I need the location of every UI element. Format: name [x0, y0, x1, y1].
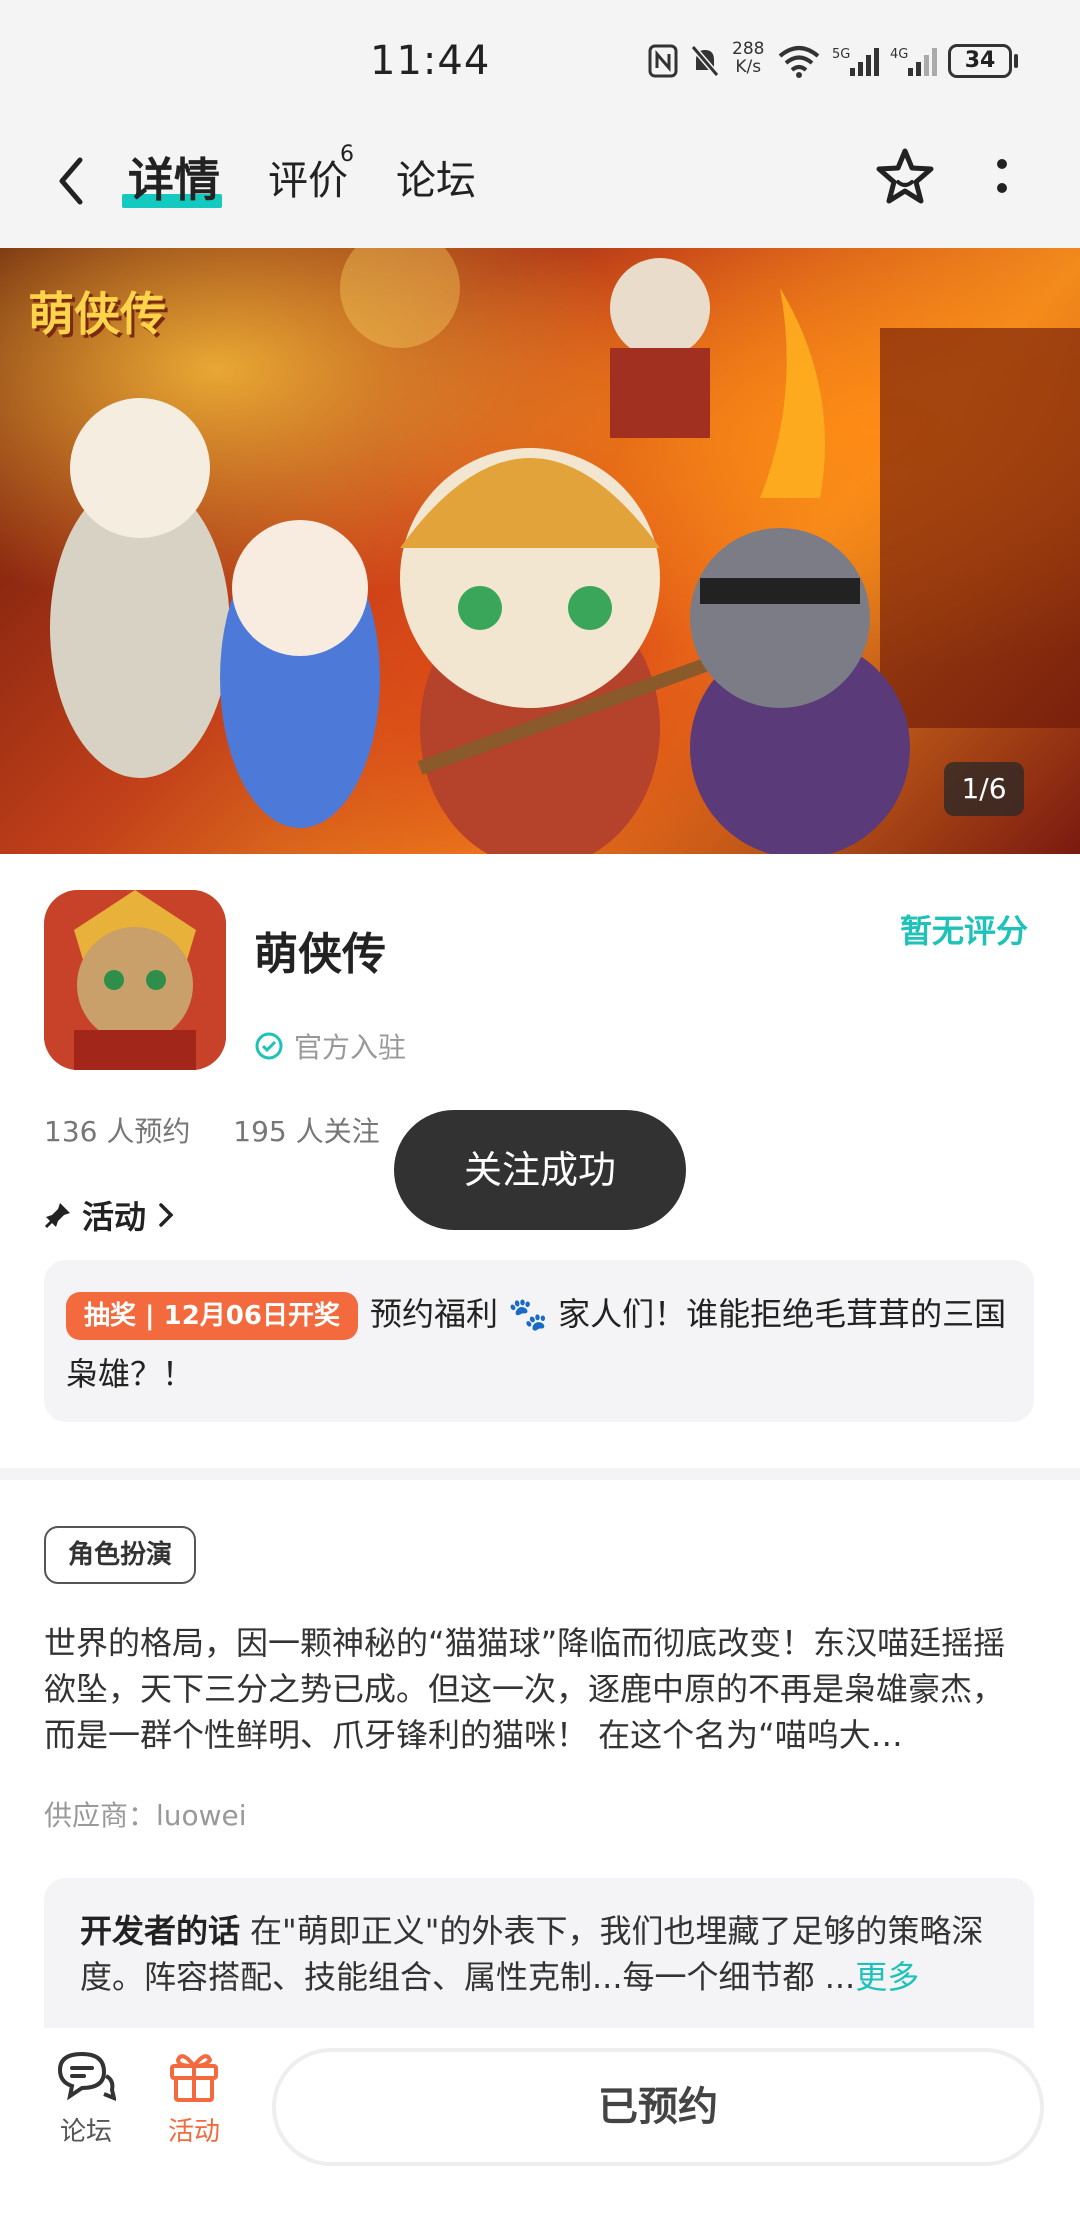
- battery-tip: [1014, 54, 1018, 68]
- bottom-activity-label: 活动: [167, 2117, 220, 2147]
- battery-level: 34: [964, 48, 996, 73]
- status-time: 11:44: [370, 38, 491, 84]
- mute-icon: [690, 45, 720, 77]
- tab-review[interactable]: 评价: [268, 148, 348, 206]
- battery-icon: 34: [948, 44, 1012, 78]
- activity-section-header[interactable]: 活动: [44, 1192, 176, 1238]
- official-label: 官方入驻: [294, 1031, 407, 1064]
- reserved-button[interactable]: 已预约: [272, 2048, 1044, 2166]
- gift-icon: [170, 2054, 218, 2102]
- supplier-label: 供应商：luowei: [44, 1799, 247, 1832]
- follower-count: 195 人关注: [233, 1115, 380, 1148]
- bottom-activity-button[interactable]: 活动: [154, 2048, 234, 2148]
- more-icon[interactable]: [992, 154, 1012, 200]
- carousel-counter: 1/6: [944, 762, 1024, 816]
- nfc-icon: [648, 44, 678, 78]
- developer-note-more-link[interactable]: 更多: [855, 1958, 919, 1996]
- toast-message: 关注成功: [394, 1110, 686, 1230]
- activity-card[interactable]: 抽奖 | 12月06日开奖 预约福利 🐾 家人们！谁能拒绝毛茸茸的三国枭雄？！: [44, 1260, 1034, 1422]
- app-stats: 136 人预约 195 人关注: [44, 1110, 414, 1150]
- app-name: 萌侠传: [254, 929, 386, 980]
- app-icon-artwork: [44, 890, 226, 1070]
- developer-note-label: 开发者的话: [80, 1912, 241, 1950]
- 4g-signal-icon: 4G: [890, 47, 937, 76]
- lottery-badge[interactable]: 抽奖 | 12月06日开奖: [66, 1292, 358, 1340]
- bottom-forum-label: 论坛: [59, 2117, 112, 2147]
- pin-icon: [44, 1203, 70, 1229]
- top-nav: 详情 评价 6 论坛: [0, 120, 1080, 248]
- 5g-signal-icon: 5G: [832, 47, 879, 76]
- net-speed: 288 K/s: [732, 39, 765, 77]
- bottom-action-bar: 论坛 活动 已预约: [0, 2028, 1080, 2228]
- reservation-count: 136 人预约: [44, 1115, 191, 1148]
- svg-text:4G: 4G: [890, 47, 908, 62]
- tab-detail[interactable]: 详情: [128, 144, 220, 210]
- game-description[interactable]: 世界的格局，因一颗神秘的“猫猫球”降临而彻底改变！东汉喵廷摇摇欲坠，天下三分之势…: [44, 1620, 1034, 1758]
- wifi-icon: [778, 46, 820, 78]
- activity-title: 活动: [82, 1198, 147, 1236]
- screenshot-carousel[interactable]: 萌侠传 1/6: [0, 248, 1080, 854]
- svg-text:5G: 5G: [832, 47, 850, 62]
- bottom-forum-button[interactable]: 论坛: [46, 2048, 126, 2148]
- back-icon[interactable]: [56, 156, 86, 206]
- tab-forum[interactable]: 论坛: [396, 148, 476, 206]
- rating-label[interactable]: 暂无评分: [900, 906, 1028, 952]
- official-badge: 官方入驻: [254, 1026, 406, 1066]
- section-divider: [0, 1468, 1080, 1480]
- star-favorite-icon[interactable]: [874, 146, 936, 208]
- forum-chat-icon: [57, 2051, 117, 2102]
- chevron-right-icon: [159, 1203, 174, 1227]
- banner-logo: 萌侠传: [28, 287, 166, 341]
- genre-tag[interactable]: 角色扮演: [44, 1526, 197, 1584]
- status-bar: 11:44 288 K/s 5G 4G 34: [0, 0, 1080, 120]
- app-icon: [44, 890, 226, 1070]
- tab-review-count: 6: [340, 142, 354, 167]
- check-circle-icon: [255, 1032, 283, 1060]
- developer-note-card[interactable]: 开发者的话 在"萌即正义"的外表下，我们也埋藏了足够的策略深度。阵容搭配、技能组合…: [44, 1878, 1034, 2028]
